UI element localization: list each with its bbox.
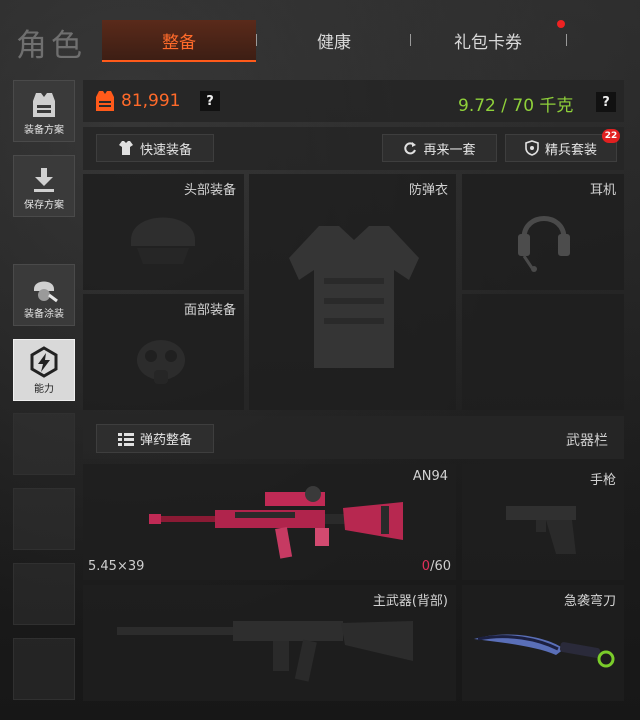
gas-mask-silhouette-icon (137, 340, 185, 384)
slot-label: 耳机 (589, 183, 616, 198)
value-help-button[interactable]: ? (200, 91, 220, 111)
head-gear-slot[interactable]: 头部装备 (83, 174, 244, 290)
earphone-slot[interactable]: 耳机 (462, 174, 624, 290)
slot-label: 面部装备 (183, 303, 236, 318)
rifle-silhouette-icon (117, 621, 413, 682)
slot-label: 手枪 (589, 473, 616, 488)
ammo-count: 0/60 (422, 559, 451, 574)
ammo-list-icon (117, 432, 134, 446)
pistol-silhouette-icon (506, 506, 576, 554)
sidebar-item-label: 装备涂装 (24, 309, 64, 320)
body-armor-slot[interactable]: 防弹衣 (249, 174, 456, 410)
body-armor-silhouette-icon (289, 226, 419, 368)
page-title: 角色 (16, 28, 86, 64)
button-label: 快速装备 (139, 142, 192, 158)
sidebar-empty-slot (13, 413, 75, 475)
ammo-prep-button[interactable]: 弹药整备 (96, 424, 214, 453)
weapon-caliber: 5.45×39 (88, 559, 145, 574)
helmet-paint-icon (34, 281, 58, 303)
primary-weapon-slot[interactable]: AN94 5.45×39 0/60 (83, 464, 456, 580)
sidebar-item-label: 装备方案 (24, 125, 64, 136)
pistol-slot[interactable]: 手枪 (462, 464, 624, 580)
vest-icon (33, 93, 55, 117)
total-value: 81,991 (121, 91, 181, 111)
tab-equipment[interactable]: 整备 (102, 20, 256, 62)
headset-icon (518, 216, 570, 272)
button-label: 弹药整备 (139, 433, 192, 448)
weapon-name: AN94 (412, 469, 448, 484)
tab-divider (410, 34, 411, 46)
empty-gear-slot (462, 294, 624, 410)
tab-divider (566, 34, 567, 46)
sidebar-item-save-plan[interactable]: 保存方案 (13, 155, 75, 217)
slot-label: 防弹衣 (408, 183, 448, 198)
refresh-icon (404, 142, 417, 155)
download-icon (34, 168, 54, 192)
slot-label: 主武器(背部) (372, 594, 448, 609)
slot-label: 头部装备 (183, 183, 236, 198)
sidebar-item-abilities[interactable]: 能力 (13, 339, 75, 401)
backpack-value-icon (96, 91, 114, 111)
weight-readout: 9.72 / 70 千克 (458, 96, 574, 116)
sidebar-empty-slot (13, 563, 75, 625)
weapon-bar-label: 武器栏 (566, 433, 608, 449)
slot-label: 急袭弯刀 (563, 594, 616, 609)
sidebar-empty-slot (13, 638, 75, 700)
lightning-icon (30, 346, 58, 378)
weight-help-button[interactable]: ? (596, 92, 616, 112)
tab-label: 整备 (162, 32, 196, 53)
sidebar-item-label: 能力 (34, 384, 54, 395)
tab-label: 健康 (317, 32, 351, 53)
ammo-current: 0 (421, 559, 431, 574)
shirt-icon (118, 141, 133, 155)
elite-kit-button[interactable]: 精兵套装 (505, 134, 617, 162)
tab-divider (256, 34, 257, 46)
quick-equip-button[interactable]: 快速装备 (96, 134, 214, 162)
an94-rifle-image (149, 486, 403, 559)
reequip-button[interactable]: 再来一套 (382, 134, 497, 162)
ammo-max: /60 (430, 559, 451, 574)
button-label: 再来一套 (423, 142, 476, 158)
sidebar-item-loadout-plan[interactable]: 装备方案 (13, 80, 75, 142)
button-label: 精兵套装 (544, 142, 597, 158)
face-gear-slot[interactable]: 面部装备 (83, 294, 244, 410)
karambit-knife-image (474, 634, 615, 668)
tab-gift-coupons[interactable]: 礼包卡券 (412, 20, 564, 60)
sidebar-item-label: 保存方案 (24, 200, 64, 211)
sidebar-empty-slot (13, 488, 75, 550)
tab-label: 礼包卡券 (454, 32, 522, 53)
elite-kit-badge: 22 (602, 129, 620, 143)
notification-dot (557, 20, 565, 28)
helmet-silhouette-icon (131, 217, 195, 264)
shield-icon (525, 140, 539, 156)
secondary-weapon-slot[interactable]: 主武器(背部) (83, 585, 456, 701)
melee-slot[interactable]: 急袭弯刀 (462, 585, 624, 701)
sidebar-item-gear-skins[interactable]: 装备涂装 (13, 264, 75, 326)
tab-health[interactable]: 健康 (258, 20, 410, 60)
